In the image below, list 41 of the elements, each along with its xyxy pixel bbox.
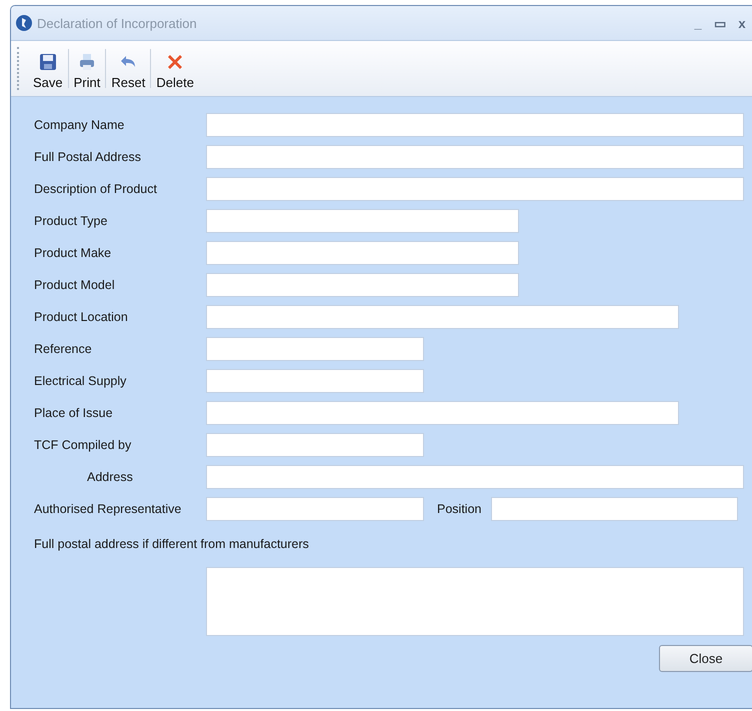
input-field[interactable] xyxy=(206,465,744,489)
input-field[interactable] xyxy=(206,241,519,265)
save-button[interactable]: Save xyxy=(28,45,68,92)
input-field[interactable] xyxy=(491,497,738,521)
field-label: Description of Product xyxy=(34,182,158,196)
field-label: Full Postal Address xyxy=(34,150,142,164)
field-label: Product Type xyxy=(34,214,108,228)
input-field[interactable] xyxy=(206,209,519,233)
input-field[interactable] xyxy=(206,337,424,361)
field-label: Position xyxy=(437,502,482,516)
save-icon xyxy=(38,52,58,72)
reset-button[interactable]: Reset xyxy=(106,45,150,92)
text-area[interactable] xyxy=(206,567,744,636)
input-field[interactable] xyxy=(206,145,744,169)
window-title: Declaration of Incorporation xyxy=(37,16,198,30)
field-label: Address xyxy=(86,470,134,484)
close-button[interactable]: Close xyxy=(659,645,752,672)
input-field[interactable] xyxy=(206,369,424,393)
input-field[interactable] xyxy=(206,113,744,137)
input-field[interactable] xyxy=(206,497,424,521)
field-label: Company Name xyxy=(34,118,126,132)
input-field[interactable] xyxy=(206,305,679,329)
input-field[interactable] xyxy=(206,433,424,457)
field-label: Full postal address if different from manufacturers xyxy=(34,537,310,551)
field-label: Product Model xyxy=(34,278,116,292)
field-label: Place of Issue xyxy=(34,406,114,420)
field-label: Authorised Representative xyxy=(34,502,182,516)
field-label: Electrical Supply xyxy=(34,374,128,388)
field-label: Product Location xyxy=(34,310,129,324)
field-label: Reference xyxy=(34,342,93,356)
printer-icon xyxy=(77,52,97,72)
delete-button[interactable]: Delete xyxy=(151,45,199,92)
window-control[interactable]: x xyxy=(731,16,752,30)
input-field[interactable] xyxy=(206,273,519,297)
window-control[interactable]: ▭ xyxy=(709,16,731,30)
print-button[interactable]: Print xyxy=(68,45,106,92)
input-field[interactable] xyxy=(206,177,744,201)
input-field[interactable] xyxy=(206,401,679,425)
window-control[interactable]: _ xyxy=(687,16,709,30)
field-label: Product Make xyxy=(34,246,112,260)
field-label: TCF Compiled by xyxy=(34,438,132,452)
